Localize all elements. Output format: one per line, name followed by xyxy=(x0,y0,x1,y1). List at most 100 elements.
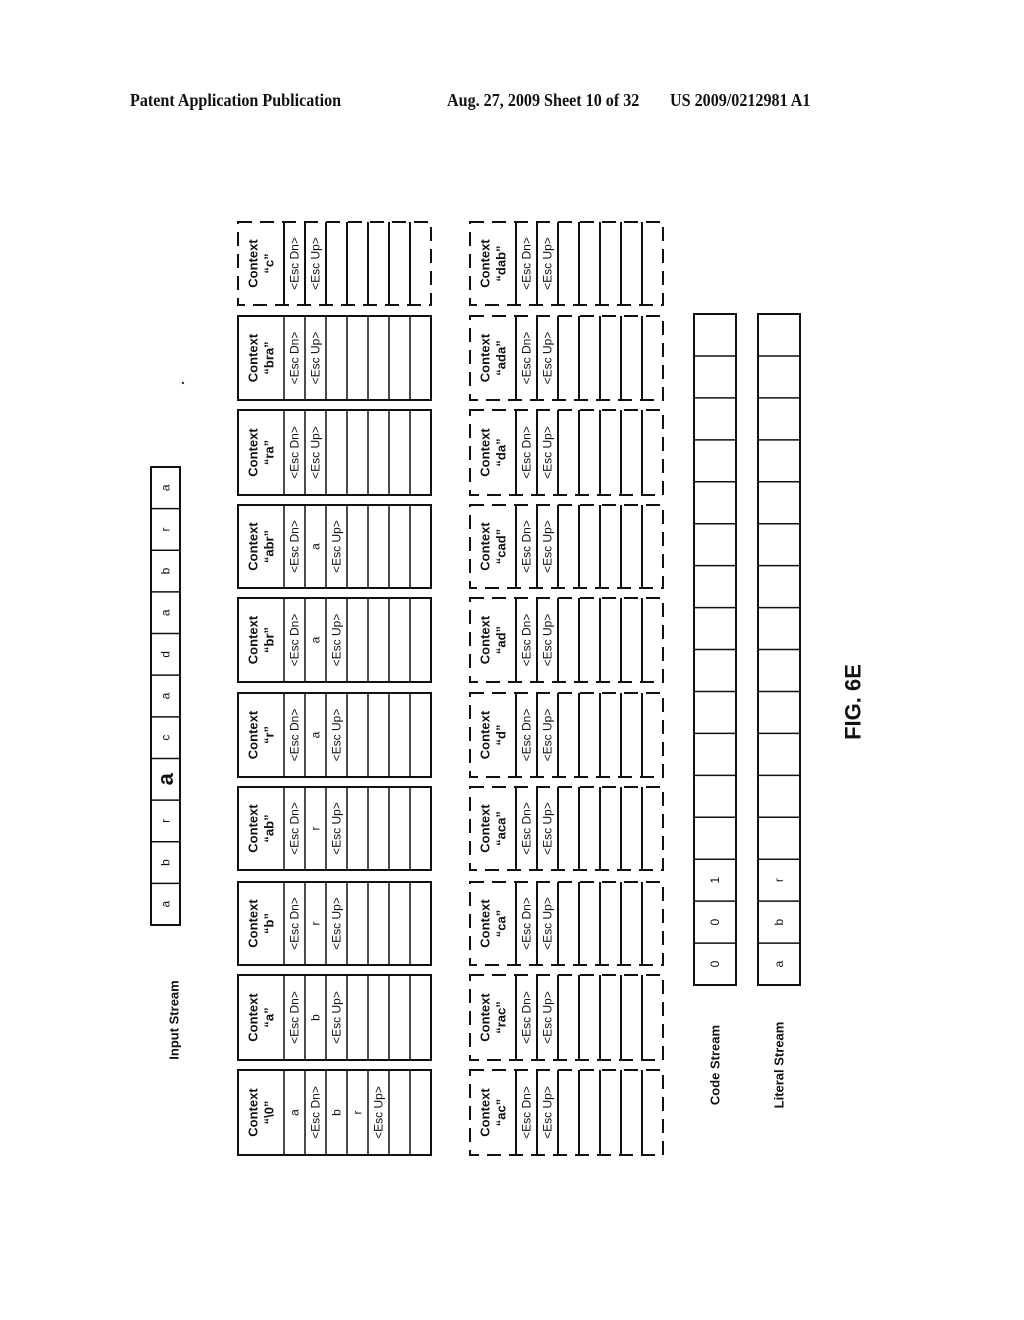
input-stream-label: Input Stream xyxy=(167,980,182,1059)
context-label: Context xyxy=(478,333,493,382)
input-stream-symbol: c xyxy=(159,735,173,741)
context-entry: a xyxy=(309,731,323,738)
context-key: “dab” xyxy=(494,245,509,281)
context-entry: <Esc Up> xyxy=(330,802,344,855)
context-key: “bra” xyxy=(262,341,277,374)
input-stream-symbol: r xyxy=(159,819,173,823)
context-entry: <Esc Dn> xyxy=(520,991,534,1044)
context-entry: <Esc Up> xyxy=(330,520,344,573)
context-entry: <Esc Dn> xyxy=(288,520,302,573)
context-entry: <Esc Dn> xyxy=(288,991,302,1044)
context-label: Context xyxy=(478,899,493,948)
context-entry: <Esc Dn> xyxy=(288,237,302,290)
code-stream-cell: 0 xyxy=(708,918,722,925)
context-entry: <Esc Up> xyxy=(541,332,555,385)
context-key: “aca” xyxy=(494,811,509,846)
context-entry: <Esc Up> xyxy=(541,614,555,667)
context-entry: <Esc Up> xyxy=(541,1086,555,1139)
code-stream-cell: 1 xyxy=(708,877,722,884)
context-entry: <Esc Up> xyxy=(541,426,555,479)
context-entry: r xyxy=(309,827,323,831)
context-label: Context xyxy=(478,615,493,664)
input-stream-symbol: a xyxy=(159,609,173,616)
figure-title: FIG. 6E xyxy=(841,664,866,740)
context-label: Context xyxy=(246,522,261,571)
context-key: “br” xyxy=(262,627,277,653)
context-key: “da” xyxy=(494,438,509,466)
context-key: “ab” xyxy=(262,814,277,842)
figure-6e-diagram: abracadabraInput StreamContext “\0” a <Esc … xyxy=(150,221,866,1156)
context-key: “r” xyxy=(262,726,277,744)
context-label: Context xyxy=(246,993,261,1042)
context-key: “\0” xyxy=(262,1101,277,1125)
context-key: “abr” xyxy=(262,530,277,563)
code-stream-cell: 0 xyxy=(708,960,722,967)
context-label: Context xyxy=(246,428,261,477)
context-entry: <Esc Dn> xyxy=(309,1086,323,1139)
context-key: “c” xyxy=(262,253,277,273)
context-entry: <Esc Up> xyxy=(541,897,555,950)
context-key: “ada” xyxy=(494,340,509,375)
input-stream-symbol: a xyxy=(159,692,173,699)
context-entry: b xyxy=(330,1109,344,1116)
input-stream-symbol: b xyxy=(159,567,173,574)
context-entry: <Esc Dn> xyxy=(520,802,534,855)
context-key: “ac” xyxy=(494,1099,509,1126)
context-entry: <Esc Up> xyxy=(309,426,323,479)
context-entry: <Esc Dn> xyxy=(288,802,302,855)
literal-stream-cell: a xyxy=(772,960,786,967)
context-entry: r xyxy=(309,922,323,926)
context-key: “ca” xyxy=(494,910,509,937)
context-key: “a” xyxy=(262,1007,277,1027)
context-label: Context xyxy=(478,804,493,853)
context-entry: <Esc Dn> xyxy=(288,426,302,479)
context-entry: <Esc Dn> xyxy=(288,709,302,762)
context-entry: <Esc Up> xyxy=(372,1086,386,1139)
context-entry: a xyxy=(309,636,323,643)
context-label: Context xyxy=(246,1088,261,1137)
context-entry: <Esc Dn> xyxy=(520,520,534,573)
context-key: “ad” xyxy=(494,626,509,654)
context-entry: <Esc Up> xyxy=(330,709,344,762)
context-entry: <Esc Dn> xyxy=(520,709,534,762)
context-label: Context xyxy=(478,428,493,477)
context-label: Context xyxy=(478,522,493,571)
context-entry: <Esc Dn> xyxy=(288,332,302,385)
context-entry: <Esc Up> xyxy=(330,897,344,950)
context-entry: <Esc Up> xyxy=(330,614,344,667)
context-entry: <Esc Dn> xyxy=(520,897,534,950)
literal-stream-cell: b xyxy=(772,918,786,925)
context-entry: <Esc Dn> xyxy=(288,614,302,667)
context-entry: <Esc Dn> xyxy=(520,332,534,385)
context-entry: <Esc Dn> xyxy=(520,614,534,667)
context-label: Context xyxy=(246,710,261,759)
context-entry: <Esc Up> xyxy=(541,802,555,855)
input-stream-symbol: a xyxy=(153,772,178,785)
context-entry: <Esc Up> xyxy=(541,709,555,762)
input-stream-symbol: r xyxy=(159,527,173,531)
context-entry: r xyxy=(351,1111,365,1115)
context-label: Context xyxy=(478,993,493,1042)
context-entry: <Esc Dn> xyxy=(520,426,534,479)
context-label: Context xyxy=(246,899,261,948)
input-stream-symbol: b xyxy=(159,859,173,866)
literal-stream-cell: r xyxy=(772,878,786,882)
context-label: Context xyxy=(246,804,261,853)
context-label: Context xyxy=(478,1088,493,1137)
context-entry: <Esc Up> xyxy=(541,520,555,573)
input-stream-symbol: a xyxy=(159,901,173,908)
context-label: Context xyxy=(246,333,261,382)
context-entry: <Esc Dn> xyxy=(288,897,302,950)
input-stream-symbol: d xyxy=(159,651,173,658)
context-entry: <Esc Dn> xyxy=(520,237,534,290)
code-stream-label: Code Stream xyxy=(708,1025,723,1105)
context-entry: <Esc Up> xyxy=(309,332,323,385)
context-label: Context xyxy=(246,615,261,664)
context-entry: <Esc Up> xyxy=(330,991,344,1044)
context-key: “cad” xyxy=(494,529,509,564)
literal-stream-label: Literal Stream xyxy=(772,1022,787,1109)
input-stream-symbol: a xyxy=(159,484,173,491)
stray-mark xyxy=(181,381,185,385)
context-key: “b” xyxy=(262,913,277,934)
context-key: “ra” xyxy=(262,440,277,465)
